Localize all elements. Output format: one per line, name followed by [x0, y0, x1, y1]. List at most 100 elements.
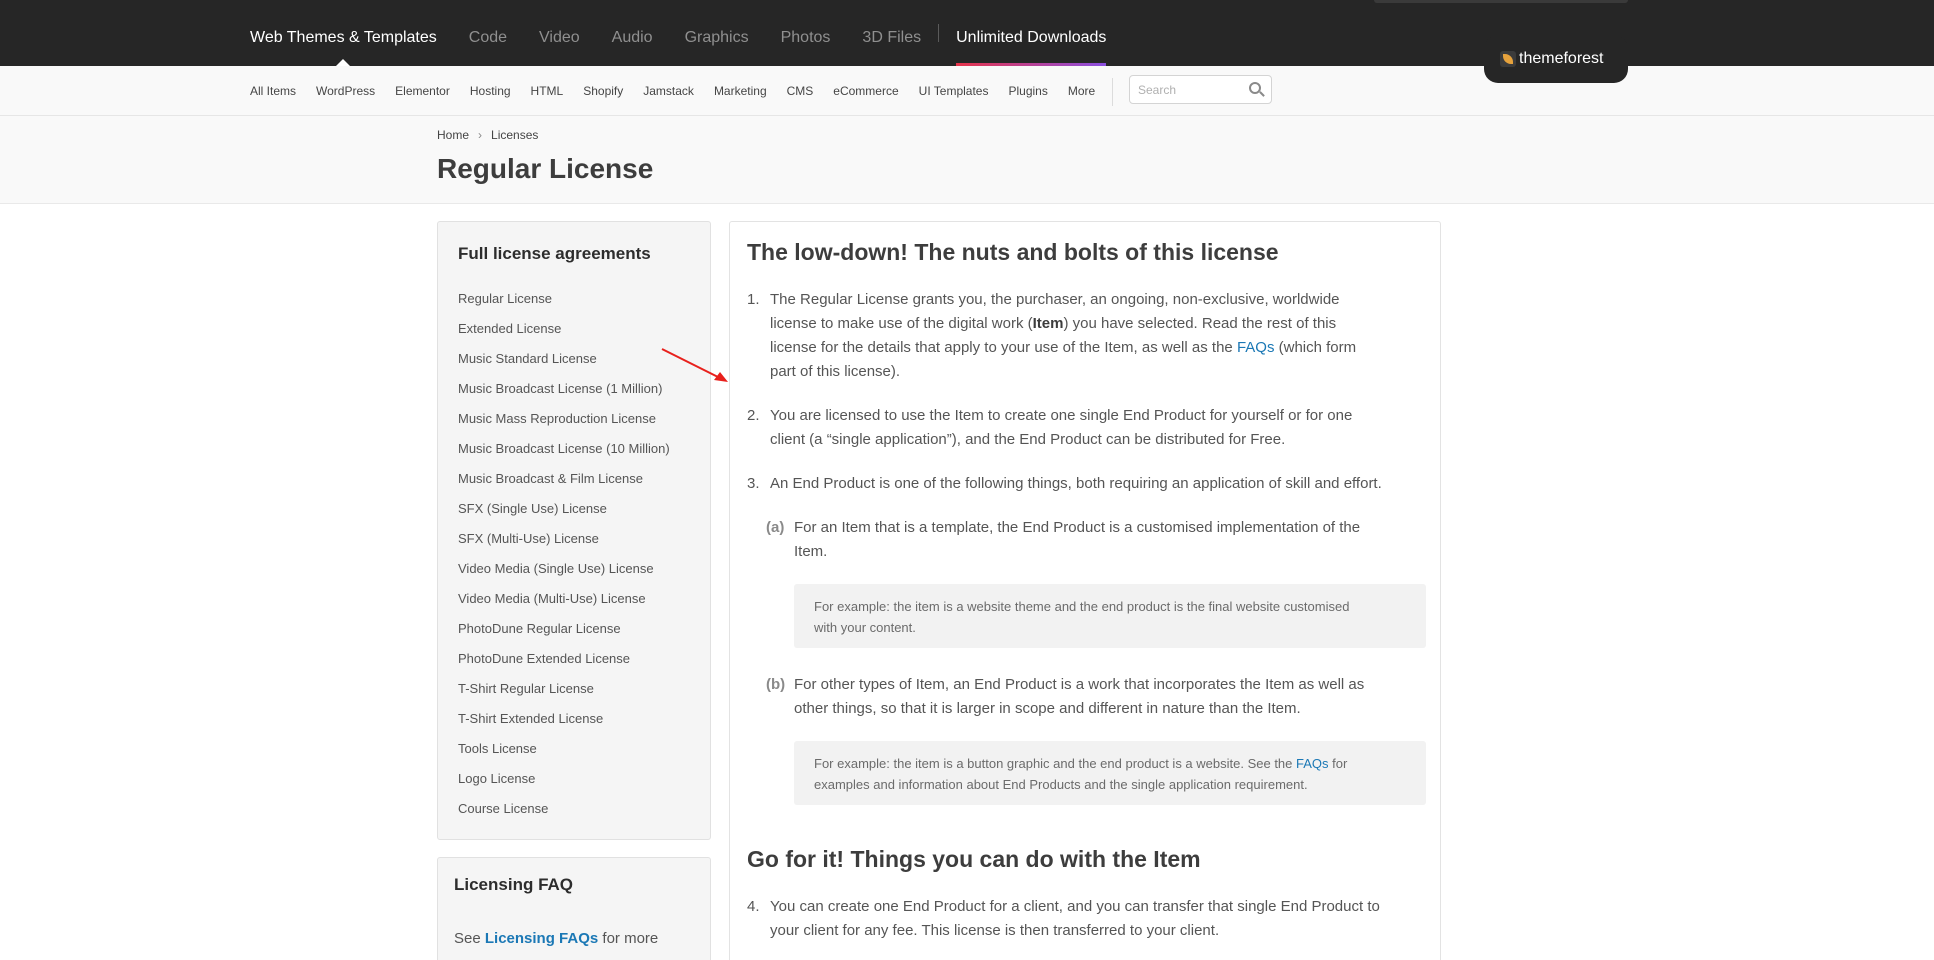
- licensing-faq-box: Licensing FAQ See Licensing FAQs for mor…: [437, 857, 711, 960]
- item-line: For an Item that is a template, the End …: [794, 519, 1361, 536]
- item-text-part: (which form: [1278, 339, 1357, 356]
- item-text: The Regular License grants you, the purc…: [770, 288, 1356, 384]
- themeforest-logo[interactable]: themeforest: [1484, 35, 1628, 83]
- leaf-logo-icon: [1500, 51, 1516, 67]
- faqs-link[interactable]: FAQs: [1296, 756, 1329, 771]
- item-line: client (a “single application”), and the…: [770, 431, 1286, 448]
- sidebar-item-music-mass-reproduction[interactable]: Music Mass Reproduction License: [458, 404, 670, 434]
- license-item-3: 3. An End Product is one of the followin…: [747, 472, 1437, 496]
- item-line: other things, so that it is larger in sc…: [794, 700, 1301, 717]
- sidebar-item-video-multi[interactable]: Video Media (Multi-Use) License: [458, 584, 670, 614]
- sidebar-item-tools[interactable]: Tools License: [458, 734, 670, 764]
- item-number: 1.: [747, 291, 760, 308]
- subnav-jamstack[interactable]: Jamstack: [643, 84, 694, 98]
- search-box: [1129, 75, 1272, 104]
- subnav-shopify[interactable]: Shopify: [583, 84, 623, 98]
- license-item-4: 4. You can create one End Product for a …: [747, 895, 1437, 943]
- item-number: (a): [766, 519, 785, 536]
- nav-graphics[interactable]: Graphics: [685, 0, 749, 66]
- license-item-2: 2. You are licensed to use the Item to c…: [747, 404, 1427, 452]
- nav-unlimited-downloads[interactable]: Unlimited Downloads: [956, 0, 1107, 66]
- item-text: An End Product is one of the following t…: [770, 475, 1382, 492]
- sidebar-item-sfx-single[interactable]: SFX (Single Use) License: [458, 494, 670, 524]
- subnav-plugins[interactable]: Plugins: [1008, 84, 1047, 98]
- sidebar-item-sfx-multi[interactable]: SFX (Multi-Use) License: [458, 524, 670, 554]
- item-text: For other types of Item, an End Product …: [794, 673, 1364, 721]
- item-text: You can create one End Product for a cli…: [770, 895, 1380, 943]
- category-nav: Web Themes & Templates Code Video Audio …: [250, 0, 1107, 66]
- example-line: with your content.: [814, 620, 916, 635]
- subnav-hosting[interactable]: Hosting: [470, 84, 511, 98]
- sidebar-item-photodune-extended[interactable]: PhotoDune Extended License: [458, 644, 670, 674]
- subnav-divider: [1112, 78, 1113, 106]
- nav-code[interactable]: Code: [469, 0, 507, 66]
- search-icon[interactable]: [1249, 82, 1261, 94]
- faqs-link[interactable]: FAQs: [1237, 339, 1275, 356]
- search-input[interactable]: [1130, 76, 1242, 103]
- license-sidebar: Full license agreements Regular License …: [437, 221, 711, 840]
- sidebar-item-video-single[interactable]: Video Media (Single Use) License: [458, 554, 670, 584]
- license-list: Regular License Extended License Music S…: [458, 284, 670, 824]
- sidebar-item-photodune-regular[interactable]: PhotoDune Regular License: [458, 614, 670, 644]
- example-box-b: For example: the item is a button graphi…: [794, 741, 1426, 805]
- item-text: For an Item that is a template, the End …: [794, 516, 1360, 564]
- subnav-cms[interactable]: CMS: [787, 84, 814, 98]
- sidebar-item-music-broadcast-1m[interactable]: Music Broadcast License (1 Million): [458, 374, 670, 404]
- example-line: For example: the item is a button graphi…: [814, 753, 1406, 774]
- sidebar-item-music-broadcast-film[interactable]: Music Broadcast & Film License: [458, 464, 670, 494]
- item-number: 3.: [747, 475, 760, 492]
- item-text-part: license to make use of the digital work …: [770, 315, 1033, 332]
- subnav-all-items[interactable]: All Items: [250, 84, 296, 98]
- item-line: The Regular License grants you, the purc…: [770, 291, 1340, 308]
- item-line: your client for any fee. This license is…: [770, 922, 1220, 939]
- subnav-elementor[interactable]: Elementor: [395, 84, 450, 98]
- sidebar-item-tshirt-regular[interactable]: T-Shirt Regular License: [458, 674, 670, 704]
- item-text: You are licensed to use the Item to crea…: [770, 404, 1352, 452]
- item-line: You are licensed to use the Item to crea…: [770, 407, 1353, 424]
- nav-3d-files[interactable]: 3D Files: [862, 0, 921, 66]
- sidebar-item-music-broadcast-10m[interactable]: Music Broadcast License (10 Million): [458, 434, 670, 464]
- nav-video[interactable]: Video: [539, 0, 580, 66]
- top-navigation-bar: Web Themes & Templates Code Video Audio …: [0, 0, 1934, 66]
- subnav-html[interactable]: HTML: [531, 84, 564, 98]
- sidebar-title: Full license agreements: [458, 244, 651, 263]
- subnav-marketing[interactable]: Marketing: [714, 84, 767, 98]
- sidebar-item-regular-license[interactable]: Regular License: [458, 284, 670, 314]
- sidebar-item-logo[interactable]: Logo License: [458, 764, 670, 794]
- item-line: You can create one End Product for a cli…: [770, 898, 1380, 915]
- licensing-faqs-link[interactable]: Licensing FAQs: [485, 930, 598, 947]
- faq-prefix: See: [454, 930, 481, 947]
- license-item-3b: (b) For other types of Item, an End Prod…: [766, 673, 1426, 721]
- example-line: For example: the item is a website theme…: [814, 599, 1350, 614]
- item-line: Item.: [794, 543, 828, 560]
- faq-text: See Licensing FAQs for more: [454, 929, 694, 949]
- example-line: examples and information about End Produ…: [814, 777, 1308, 792]
- item-line: license for the details that apply to yo…: [770, 336, 1356, 360]
- nav-audio[interactable]: Audio: [612, 0, 653, 66]
- section-heading-go-for-it: Go for it! Things you can do with the It…: [747, 846, 1201, 872]
- nav-web-themes[interactable]: Web Themes & Templates: [250, 0, 437, 66]
- nav-divider: [938, 24, 940, 42]
- annotation-arrow-icon: [661, 348, 728, 382]
- item-text-part: ) you have selected. Read the rest of th…: [1063, 315, 1337, 332]
- sidebar-item-extended-license[interactable]: Extended License: [458, 314, 670, 344]
- subnav-more[interactable]: More: [1068, 84, 1095, 98]
- nav-photos[interactable]: Photos: [781, 0, 831, 66]
- account-menu-tab[interactable]: [1374, 0, 1628, 3]
- subnav-ui-templates[interactable]: UI Templates: [919, 84, 989, 98]
- sidebar-item-course[interactable]: Course License: [458, 794, 670, 824]
- item-bold-term: Item: [1032, 315, 1064, 332]
- subcategory-nav: All Items WordPress Elementor Hosting HT…: [0, 66, 1934, 116]
- breadcrumb-home[interactable]: Home: [437, 128, 469, 142]
- logo-text: themeforest: [1519, 50, 1604, 67]
- chevron-right-icon: ›: [478, 128, 483, 142]
- breadcrumb-licenses[interactable]: Licenses: [491, 128, 538, 142]
- subnav-ecommerce[interactable]: eCommerce: [833, 84, 898, 98]
- subnav-wordpress[interactable]: WordPress: [316, 84, 375, 98]
- sidebar-item-music-standard[interactable]: Music Standard License: [458, 344, 670, 374]
- item-number: 4.: [747, 898, 760, 915]
- example-box-a: For example: the item is a website theme…: [794, 584, 1426, 648]
- page-title: Regular License: [437, 153, 654, 184]
- item-text-part: license for the details that apply to yo…: [770, 339, 1233, 356]
- sidebar-item-tshirt-extended[interactable]: T-Shirt Extended License: [458, 704, 670, 734]
